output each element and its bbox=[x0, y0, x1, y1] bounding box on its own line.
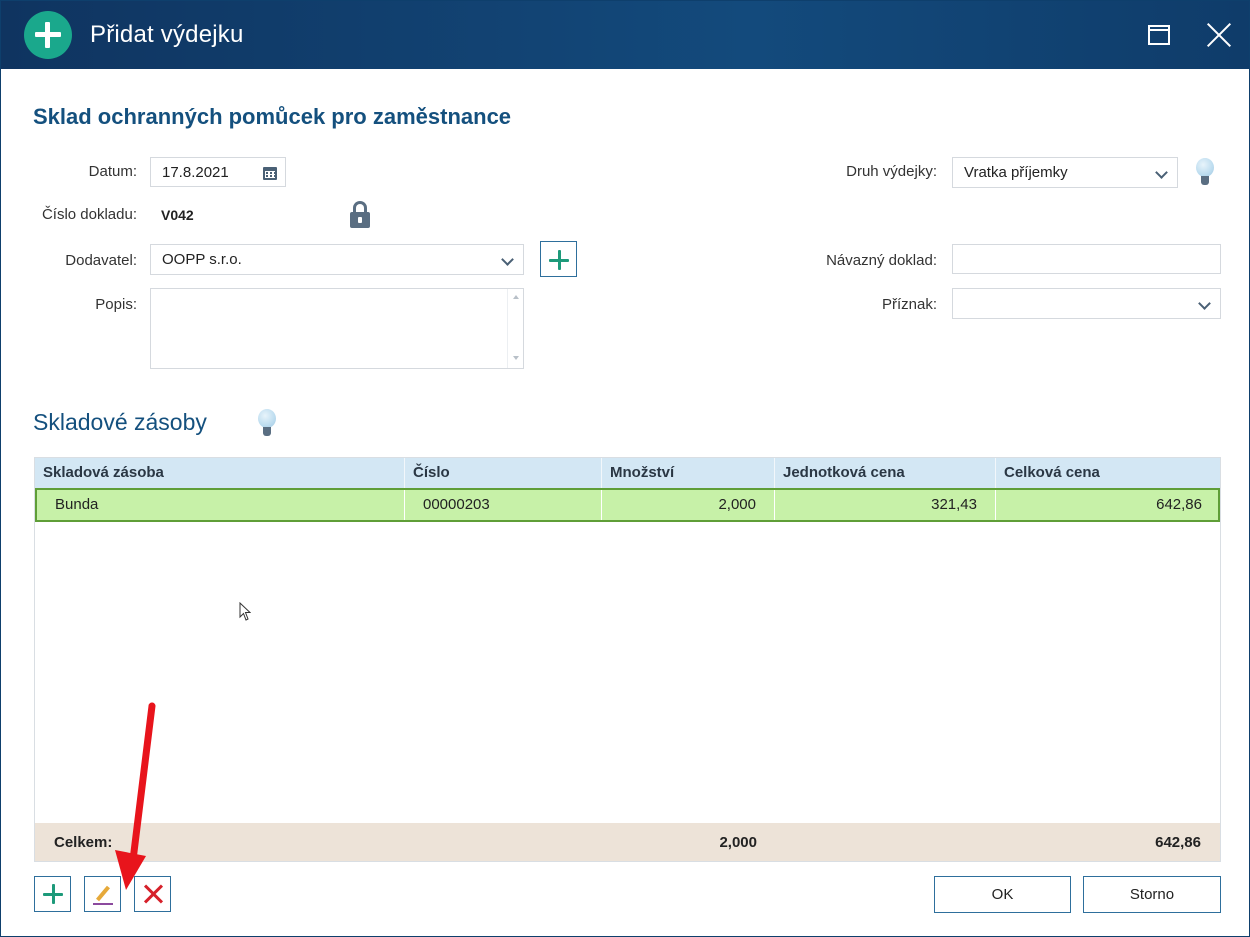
cell-unit-price: 321,43 bbox=[775, 490, 996, 520]
column-header[interactable]: Celková cena bbox=[996, 458, 1220, 488]
navazny-doklad-input[interactable] bbox=[952, 244, 1221, 274]
chevron-down-icon bbox=[501, 253, 514, 266]
navazny-doklad-label: Návazný doklad: bbox=[826, 252, 937, 269]
window-title: Přidat výdejku bbox=[90, 21, 244, 48]
maximize-icon[interactable] bbox=[1148, 25, 1170, 45]
chevron-down-icon bbox=[1155, 166, 1168, 179]
column-header[interactable]: Skladová zásoba bbox=[35, 458, 405, 488]
popis-label: Popis: bbox=[95, 296, 137, 313]
priznak-label: Příznak: bbox=[881, 296, 937, 313]
cell-name: Bunda bbox=[37, 490, 405, 520]
priznak-select[interactable] bbox=[952, 288, 1221, 319]
dodavatel-value: OOPP s.r.o. bbox=[162, 251, 242, 268]
dodavatel-select[interactable]: OOPP s.r.o. bbox=[150, 244, 524, 275]
cislo-dokladu-label: Číslo dokladu: bbox=[41, 206, 137, 223]
cell-quantity: 2,000 bbox=[602, 490, 775, 520]
footer-total-price: 642,86 bbox=[1155, 834, 1201, 851]
column-header[interactable]: Množství bbox=[602, 458, 775, 488]
popis-textarea[interactable] bbox=[150, 288, 524, 369]
table-row[interactable]: Bunda 00000203 2,000 321,43 642,86 bbox=[35, 488, 1220, 522]
cancel-button[interactable]: Storno bbox=[1083, 876, 1221, 913]
lightbulb-icon[interactable] bbox=[1194, 158, 1216, 188]
dialog-window: Přidat výdejku Sklad ochranných pomůcek … bbox=[0, 0, 1250, 937]
scroll-up-icon[interactable] bbox=[513, 295, 519, 299]
lock-icon bbox=[350, 201, 370, 229]
add-row-button[interactable] bbox=[34, 876, 71, 912]
table-header: Skladová zásoba Číslo Množství Jednotkov… bbox=[35, 458, 1220, 488]
add-dodavatel-button[interactable] bbox=[540, 241, 577, 277]
cislo-dokladu-value: V042 bbox=[161, 207, 194, 223]
datum-value: 17.8.2021 bbox=[162, 163, 229, 181]
chevron-down-icon bbox=[1198, 297, 1211, 310]
delete-x-icon bbox=[142, 883, 164, 905]
column-header[interactable]: Jednotková cena bbox=[775, 458, 996, 488]
cell-total-price: 642,86 bbox=[1156, 496, 1202, 513]
druh-vydejky-label: Druh výdejky: bbox=[846, 163, 937, 180]
popis-scrollbar[interactable] bbox=[507, 289, 523, 368]
druh-vydejky-value: Vratka příjemky bbox=[964, 164, 1068, 181]
datum-field[interactable]: 17.8.2021 bbox=[150, 157, 286, 187]
plus-icon bbox=[43, 884, 63, 904]
plus-icon bbox=[549, 250, 569, 270]
scroll-down-icon[interactable] bbox=[513, 356, 519, 360]
column-header[interactable]: Číslo bbox=[405, 458, 602, 488]
plus-circle-icon bbox=[24, 11, 72, 59]
close-icon[interactable] bbox=[1204, 21, 1234, 49]
ok-button[interactable]: OK bbox=[934, 876, 1071, 913]
section-title: Skladové zásoby bbox=[33, 409, 207, 435]
calendar-icon[interactable] bbox=[263, 167, 277, 180]
table-footer: Celkem: 2,000 642,86 bbox=[35, 823, 1220, 861]
lightbulb-icon[interactable] bbox=[256, 409, 278, 439]
stock-table: Skladová zásoba Číslo Množství Jednotkov… bbox=[34, 457, 1221, 862]
title-bar: Přidat výdejku bbox=[1, 1, 1249, 69]
edit-row-button[interactable] bbox=[84, 876, 121, 912]
datum-label: Datum: bbox=[88, 163, 137, 180]
mouse-cursor-icon bbox=[239, 602, 251, 621]
footer-quantity: 2,000 bbox=[719, 834, 757, 851]
cell-number: 00000203 bbox=[405, 490, 602, 520]
footer-label: Celkem: bbox=[54, 834, 113, 851]
delete-row-button[interactable] bbox=[134, 876, 171, 912]
form-heading: Sklad ochranných pomůcek pro zaměstnance bbox=[33, 104, 512, 129]
pencil-icon bbox=[93, 885, 113, 905]
druh-vydejky-select[interactable]: Vratka příjemky bbox=[952, 157, 1178, 188]
dodavatel-label: Dodavatel: bbox=[65, 252, 137, 269]
